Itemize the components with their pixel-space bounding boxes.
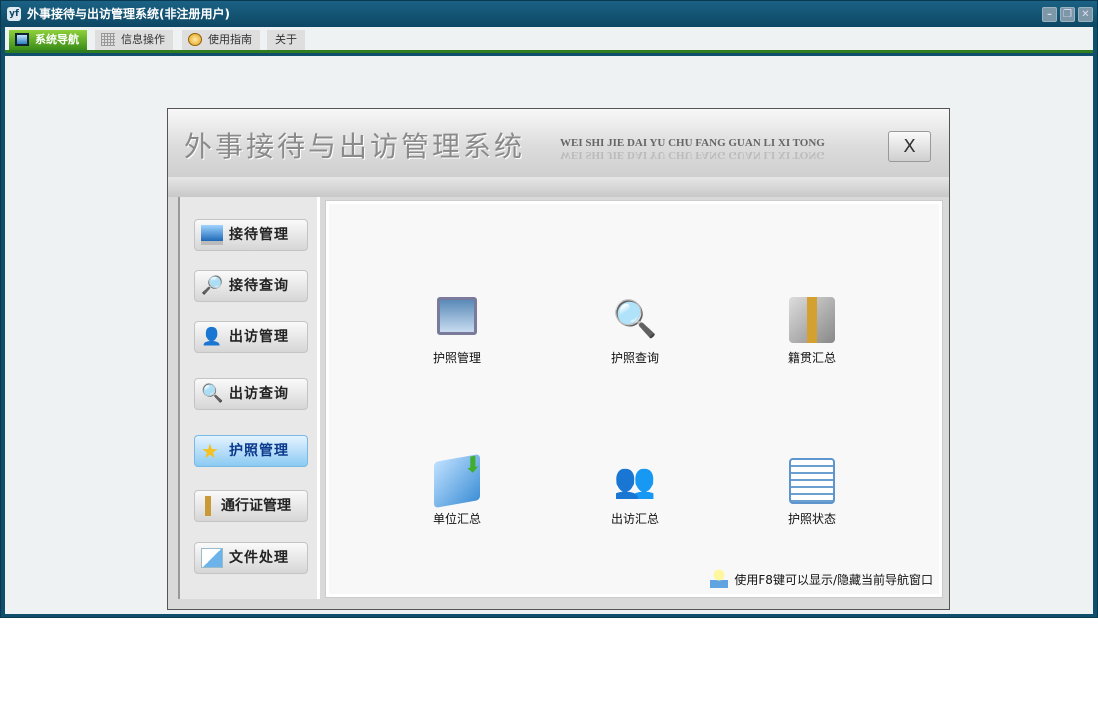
item-label: 护照查询 — [610, 351, 659, 365]
nav-reception-query[interactable]: 🔎 接待查询 — [194, 270, 308, 302]
item-label: 护照状态 — [787, 512, 836, 526]
book-download-icon: ⬇ — [434, 452, 482, 509]
item-visit-summary[interactable]: 👥 出访汇总 — [575, 458, 695, 527]
search-monitor-icon: 🔍 — [612, 299, 658, 340]
monitor-icon — [201, 225, 223, 245]
nav-label: 护照管理 — [229, 443, 289, 459]
app-logo-icon: yf — [7, 7, 21, 21]
tab-label: 使用指南 — [208, 33, 252, 46]
title-bar: yf 外事接待与出访管理系统(非注册用户) – ❐ ✕ — [1, 1, 1097, 27]
item-native-place-summary[interactable]: 籍贯汇总 — [752, 297, 872, 366]
side-nav: 接待管理 🔎 接待查询 👤 出访管理 🔍 出访查询 ★ 护照管理 通行证管理 文件处理 — [178, 197, 320, 599]
users-icon: 👥 — [613, 461, 657, 501]
restore-button[interactable]: ❐ — [1060, 7, 1075, 22]
nav-visit-management[interactable]: 👤 出访管理 — [194, 321, 308, 353]
nav-label: 接待查询 — [229, 278, 289, 294]
item-label: 出访汇总 — [610, 512, 659, 526]
person-icon: 👤 — [201, 327, 224, 347]
tab-label: 信息操作 — [121, 33, 165, 46]
tab-system-nav[interactable]: 系统导航 — [9, 30, 87, 50]
item-label: 籍贯汇总 — [787, 351, 836, 365]
panel-pinyin-reflection: WEI SHI JIE DAI YU CHU FANG GUAN LI XI T… — [560, 149, 825, 161]
settings-doc-icon — [789, 458, 835, 504]
tab-about[interactable]: 关于 — [267, 30, 305, 50]
item-passport-management[interactable]: 护照管理 — [397, 297, 517, 366]
item-unit-summary[interactable]: ⬇ 单位汇总 — [397, 452, 517, 527]
figure-icon — [198, 496, 218, 516]
nav-passport-management[interactable]: ★ 护照管理 — [194, 435, 308, 467]
document-icon — [201, 548, 223, 568]
monitor-icon — [15, 33, 29, 46]
item-passport-query[interactable]: 🔍 护照查询 — [575, 297, 695, 366]
nav-pass-management[interactable]: 通行证管理 — [194, 490, 308, 522]
panel-header: 外事接待与出访管理系统 WEI SHI JIE DAI YU CHU FANG … — [168, 109, 949, 177]
tab-bar: 系统导航 信息操作 使用指南 关于 — [5, 27, 1093, 53]
nav-label: 接待管理 — [229, 227, 289, 243]
header-strip — [168, 177, 949, 197]
minimize-button[interactable]: – — [1042, 7, 1057, 22]
close-button[interactable]: ✕ — [1078, 7, 1093, 22]
tab-label: 系统导航 — [35, 33, 79, 46]
help-icon — [188, 33, 202, 46]
tab-info-operation[interactable]: 信息操作 — [95, 30, 173, 50]
search-icon: 🔍 — [201, 383, 225, 404]
item-passport-status[interactable]: 护照状态 — [752, 458, 872, 527]
grid-icon — [101, 33, 115, 46]
tab-user-guide[interactable]: 使用指南 — [182, 30, 260, 50]
nav-label: 通行证管理 — [221, 498, 291, 514]
computer-icon — [437, 297, 477, 335]
navigation-panel: 外事接待与出访管理系统 WEI SHI JIE DAI YU CHU FANG … — [167, 108, 950, 610]
hint-text: 使用F8键可以显示/隐藏当前导航窗口 — [734, 573, 933, 587]
magnifier-icon: 🔎 — [201, 275, 225, 296]
window-title: 外事接待与出访管理系统(非注册用户) — [27, 7, 230, 21]
nav-label: 出访管理 — [229, 329, 289, 345]
item-label: 单位汇总 — [432, 512, 481, 526]
nav-file-processing[interactable]: 文件处理 — [194, 542, 308, 574]
nav-label: 出访查询 — [229, 386, 289, 402]
star-icon: ★ — [201, 439, 220, 463]
f8-hint: 使用F8键可以显示/隐藏当前导航窗口 — [708, 568, 933, 588]
function-grid: 护照管理 🔍 护照查询 籍贯汇总 ⬇ 单位汇总 👥 出访汇总 护照状态 使用F8键可以… — [326, 201, 942, 597]
nav-label: 文件处理 — [229, 550, 289, 566]
tab-label: 关于 — [275, 33, 297, 46]
nav-visit-query[interactable]: 🔍 出访查询 — [194, 378, 308, 410]
lightbulb-icon — [710, 568, 729, 588]
panel-title: 外事接待与出访管理系统 — [184, 130, 526, 163]
panel-close-button[interactable]: X — [888, 131, 931, 162]
panel-pinyin: WEI SHI JIE DAI YU CHU FANG GUAN LI XI T… — [560, 137, 825, 149]
figure-icon — [789, 297, 835, 343]
nav-reception-management[interactable]: 接待管理 — [194, 219, 308, 251]
item-label: 护照管理 — [432, 351, 481, 365]
